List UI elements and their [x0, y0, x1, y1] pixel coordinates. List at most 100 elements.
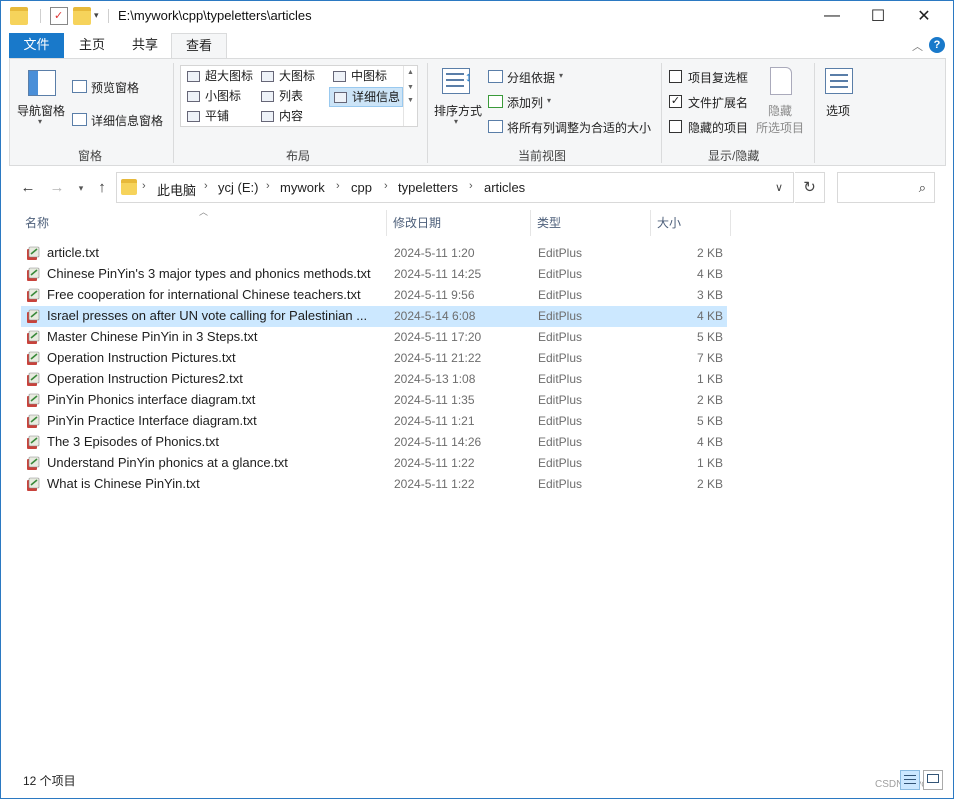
add-column-icon[interactable]: [488, 95, 503, 108]
hidden-items-label[interactable]: 隐藏的项目: [688, 119, 748, 136]
refresh-icon[interactable]: ↻: [795, 172, 825, 203]
search-input[interactable]: ⌕: [837, 172, 935, 203]
maximize-button[interactable]: ☐: [855, 1, 901, 31]
group-by-icon[interactable]: [488, 70, 503, 83]
column-divider[interactable]: [386, 210, 387, 236]
file-size: 5 KB: [696, 330, 723, 344]
group-by-button[interactable]: 分组依据: [507, 69, 555, 86]
file-row[interactable]: Master Chinese PinYin in 3 Steps.txt 2024…: [21, 327, 727, 348]
item-checkboxes-label[interactable]: 项目复选框: [688, 69, 748, 86]
column-header-date[interactable]: 修改日期: [393, 210, 529, 236]
column-header-type[interactable]: 类型: [537, 210, 649, 236]
layout-medium-icons[interactable]: 中图标: [329, 67, 403, 87]
chevron-right-icon[interactable]: ›: [384, 180, 388, 192]
column-header-size[interactable]: 大小: [657, 210, 729, 236]
forward-arrow-icon[interactable]: →: [47, 178, 67, 198]
layout-content[interactable]: 内容: [257, 107, 329, 127]
chevron-down-icon[interactable]: ▾: [559, 71, 563, 80]
options-button[interactable]: 选项: [826, 102, 850, 119]
tab-file[interactable]: 文件: [9, 33, 64, 58]
customize-quick-access-icon[interactable]: ▾: [94, 10, 99, 21]
column-header-name[interactable]: 名称: [25, 210, 385, 236]
layout-tiles[interactable]: 平铺: [183, 107, 257, 127]
folder-icon: [121, 179, 137, 195]
layout-scrollbar[interactable]: ▲ ▼ ▼: [403, 66, 417, 126]
chevron-down-icon[interactable]: ∨: [775, 181, 783, 194]
breadcrumb-articles[interactable]: articles: [484, 180, 525, 195]
chevron-right-icon[interactable]: ›: [204, 180, 208, 192]
file-name: The 3 Episodes of Phonics.txt: [47, 434, 219, 449]
layout-large-icons[interactable]: 大图标: [257, 67, 329, 87]
chevron-down-icon[interactable]: ▾: [38, 117, 42, 126]
file-row[interactable]: Israel presses on after UN vote calling …: [21, 306, 727, 327]
chevron-down-icon[interactable]: ▾: [547, 96, 551, 105]
help-icon[interactable]: ?: [929, 37, 945, 53]
layout-details[interactable]: 详细信息: [329, 87, 403, 107]
address-bar[interactable]: › 此电脑 › ycj (E:) › mywork › cpp › typele…: [116, 172, 794, 203]
back-arrow-icon[interactable]: ←: [18, 178, 38, 198]
file-row[interactable]: Understand PinYin phonics at a glance.tx…: [21, 453, 727, 474]
breadcrumb-drive[interactable]: ycj (E:): [218, 180, 258, 195]
breadcrumb-this-pc[interactable]: 此电脑: [157, 180, 196, 199]
chevron-right-icon[interactable]: ›: [469, 180, 473, 192]
group-label-layout: 布局: [286, 149, 311, 163]
file-row[interactable]: What is Chinese PinYin.txt 2024-5-11 1:22…: [21, 474, 727, 495]
chevron-up-icon[interactable]: ▲: [404, 69, 417, 76]
hide-selected-icon[interactable]: [770, 67, 792, 95]
recent-locations-icon[interactable]: ▾: [71, 178, 91, 198]
file-extensions-checkbox[interactable]: ✓: [669, 95, 682, 108]
new-folder-icon[interactable]: [73, 7, 91, 25]
file-row[interactable]: Free cooperation for international Chine…: [21, 285, 727, 306]
details-view-icon[interactable]: [900, 770, 920, 790]
size-columns-icon[interactable]: [488, 120, 503, 133]
tab-home[interactable]: 主页: [65, 33, 119, 58]
details-pane-button[interactable]: 详细信息窗格: [91, 112, 163, 129]
breadcrumb-typeletters[interactable]: typeletters: [398, 180, 458, 195]
preview-pane-button[interactable]: 预览窗格: [91, 79, 139, 96]
file-date: 2024-5-13 1:08: [394, 372, 476, 386]
file-row[interactable]: Operation Instruction Pictures.txt 2024-5…: [21, 348, 727, 369]
size-all-columns-button[interactable]: 将所有列调整为合适的大小: [507, 119, 651, 136]
tab-share[interactable]: 共享: [118, 33, 172, 58]
column-divider[interactable]: [530, 210, 531, 236]
layout-small-icons[interactable]: 小图标: [183, 87, 257, 107]
file-size: 1 KB: [696, 372, 723, 386]
file-row[interactable]: Operation Instruction Pictures2.txt 2024-…: [21, 369, 727, 390]
layout-list[interactable]: 列表: [257, 87, 329, 107]
tab-view[interactable]: 查看: [171, 33, 228, 58]
properties-icon[interactable]: ✓: [50, 7, 68, 25]
navigation-pane-icon[interactable]: [28, 70, 56, 96]
options-icon[interactable]: [825, 68, 853, 94]
large-icons-view-icon[interactable]: [923, 770, 943, 790]
hide-selected-line1[interactable]: 隐藏: [768, 102, 792, 119]
item-checkboxes-checkbox[interactable]: [669, 70, 682, 83]
expand-gallery-icon[interactable]: ▼: [404, 97, 417, 104]
chevron-right-icon[interactable]: ›: [266, 180, 270, 192]
file-extensions-label[interactable]: 文件扩展名: [688, 94, 748, 111]
file-row[interactable]: PinYin Practice Interface diagram.txt 202…: [21, 411, 727, 432]
file-row[interactable]: The 3 Episodes of Phonics.txt 2024-5-11 1…: [21, 432, 727, 453]
file-row[interactable]: Chinese PinYin's 3 major types and phoni…: [21, 264, 727, 285]
column-divider[interactable]: [730, 210, 731, 236]
details-pane-icon[interactable]: [72, 113, 87, 126]
file-row[interactable]: article.txt 2024-5-11 1:20 EditPlus 2 KB: [21, 243, 727, 264]
add-column-button[interactable]: 添加列: [507, 94, 543, 111]
file-row[interactable]: PinYin Phonics interface diagram.txt 2024…: [21, 390, 727, 411]
close-button[interactable]: ✕: [901, 1, 947, 31]
chevron-down-icon[interactable]: ▼: [404, 84, 417, 91]
preview-pane-icon[interactable]: [72, 80, 87, 93]
chevron-up-icon[interactable]: ︿: [912, 38, 923, 54]
chevron-right-icon[interactable]: ›: [142, 180, 146, 192]
up-arrow-icon[interactable]: ↑: [92, 178, 112, 198]
hide-selected-line2[interactable]: 所选项目: [756, 119, 804, 136]
layout-extra-large-icons[interactable]: 超大图标: [183, 67, 257, 87]
sort-by-icon[interactable]: ↕: [442, 68, 472, 94]
chevron-down-icon[interactable]: ▾: [454, 117, 458, 126]
minimize-button[interactable]: —: [809, 1, 855, 31]
column-divider[interactable]: [650, 210, 651, 236]
breadcrumb-cpp[interactable]: cpp: [351, 180, 372, 195]
breadcrumb-mywork[interactable]: mywork: [280, 180, 325, 195]
chevron-right-icon[interactable]: ›: [336, 180, 340, 192]
search-icon[interactable]: ⌕: [919, 180, 926, 196]
hidden-items-checkbox[interactable]: [669, 120, 682, 133]
